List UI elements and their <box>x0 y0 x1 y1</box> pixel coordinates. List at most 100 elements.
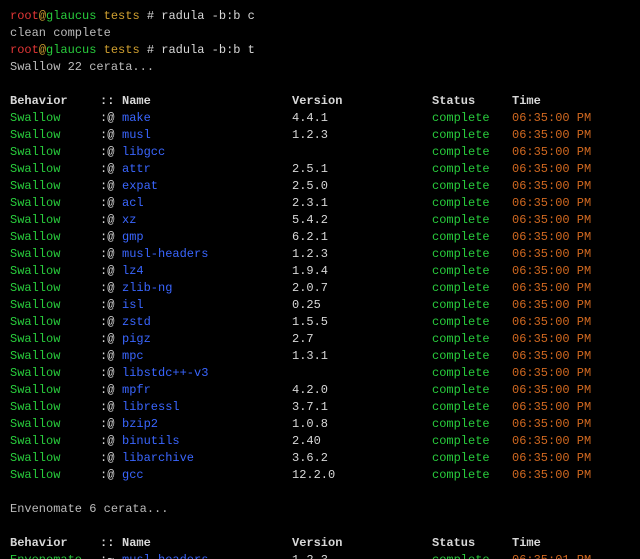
cell-behavior: Swallow <box>10 450 100 467</box>
cell-version: 1.2.3 <box>292 552 432 559</box>
cell-version: 4.2.0 <box>292 382 432 399</box>
cell-name: zlib-ng <box>122 280 292 297</box>
cell-sep: :@ <box>100 110 122 127</box>
cell-name: zstd <box>122 314 292 331</box>
table-row: Swallow:@libgcccomplete06:35:00 PM <box>10 144 630 161</box>
cell-sep: :@ <box>100 450 122 467</box>
cell-sep: :@ <box>100 467 122 484</box>
cell-version: 3.6.2 <box>292 450 432 467</box>
table-row: Swallow:@make4.4.1complete06:35:00 PM <box>10 110 630 127</box>
cell-sep: :@ <box>100 195 122 212</box>
table-row: Swallow:@acl2.3.1complete06:35:00 PM <box>10 195 630 212</box>
cell-version: 1.2.3 <box>292 127 432 144</box>
cell-version: 2.7 <box>292 331 432 348</box>
cell-version: 3.7.1 <box>292 399 432 416</box>
cell-version: 2.5.1 <box>292 161 432 178</box>
cell-behavior: Envenomate <box>10 552 100 559</box>
cell-status: complete <box>432 433 512 450</box>
cell-time: 06:35:00 PM <box>512 246 591 263</box>
cell-name: gmp <box>122 229 292 246</box>
table-row: Swallow:@libstdc++-v3complete06:35:00 PM <box>10 365 630 382</box>
cell-time: 06:35:00 PM <box>512 178 591 195</box>
cell-sep: :@ <box>100 331 122 348</box>
table-row: Swallow:@binutils2.40complete06:35:00 PM <box>10 433 630 450</box>
command-2: radula -b:b t <box>161 43 255 57</box>
cell-behavior: Swallow <box>10 263 100 280</box>
cell-name: gcc <box>122 467 292 484</box>
cell-name: libgcc <box>122 144 292 161</box>
cell-name: xz <box>122 212 292 229</box>
cell-sep: :@ <box>100 416 122 433</box>
table-row: Swallow:@zstd1.5.5complete06:35:00 PM <box>10 314 630 331</box>
cell-version: 1.2.3 <box>292 246 432 263</box>
cell-version: 1.0.8 <box>292 416 432 433</box>
cell-behavior: Swallow <box>10 178 100 195</box>
cell-status: complete <box>432 144 512 161</box>
swallow-summary: Swallow 22 cerata... <box>10 59 630 76</box>
terminal: root@glaucus tests # radula -b:b c clean… <box>0 0 640 559</box>
envenomate-header-row: Behavior::NameVersionStatusTime <box>10 535 630 552</box>
hdr-time: Time <box>512 93 541 110</box>
cell-version: 1.9.4 <box>292 263 432 280</box>
cell-status: complete <box>432 467 512 484</box>
table-row: Swallow:@gmp6.2.1complete06:35:00 PM <box>10 229 630 246</box>
cell-behavior: Swallow <box>10 246 100 263</box>
cell-behavior: Swallow <box>10 365 100 382</box>
cell-status: complete <box>432 229 512 246</box>
cell-status: complete <box>432 297 512 314</box>
swallow-rows: Swallow:@make4.4.1complete06:35:00 PMSwa… <box>10 110 630 484</box>
cell-status: complete <box>432 348 512 365</box>
cell-status: complete <box>432 161 512 178</box>
table-row: Swallow:@mpfr4.2.0complete06:35:00 PM <box>10 382 630 399</box>
table-row: Swallow:@musl-headers1.2.3complete06:35:… <box>10 246 630 263</box>
cell-sep: :@ <box>100 246 122 263</box>
cell-sep: :@ <box>100 161 122 178</box>
cell-sep: :@ <box>100 178 122 195</box>
cell-time: 06:35:00 PM <box>512 365 591 382</box>
cell-name: isl <box>122 297 292 314</box>
prompt-hash: # <box>147 9 154 23</box>
cell-sep: :@ <box>100 314 122 331</box>
hdr-name: Name <box>122 93 292 110</box>
cell-time: 06:35:00 PM <box>512 212 591 229</box>
envenomate-rows: Envenomate:~musl-headers1.2.3complete06:… <box>10 552 630 559</box>
cell-status: complete <box>432 450 512 467</box>
cell-sep: :@ <box>100 127 122 144</box>
cell-name: musl-headers <box>122 246 292 263</box>
table-row: Swallow:@expat2.5.0complete06:35:00 PM <box>10 178 630 195</box>
cell-version: 2.5.0 <box>292 178 432 195</box>
cell-status: complete <box>432 246 512 263</box>
cell-time: 06:35:00 PM <box>512 331 591 348</box>
cell-sep: :@ <box>100 399 122 416</box>
cell-time: 06:35:01 PM <box>512 552 591 559</box>
cell-behavior: Swallow <box>10 297 100 314</box>
cell-behavior: Swallow <box>10 212 100 229</box>
envenomate-summary: Envenomate 6 cerata... <box>10 501 630 518</box>
cell-version: 6.2.1 <box>292 229 432 246</box>
cell-behavior: Swallow <box>10 110 100 127</box>
cell-version: 2.3.1 <box>292 195 432 212</box>
cell-time: 06:35:00 PM <box>512 450 591 467</box>
cell-sep: :@ <box>100 280 122 297</box>
cell-behavior: Swallow <box>10 399 100 416</box>
cell-time: 06:35:00 PM <box>512 467 591 484</box>
table-row: Swallow:@zlib-ng2.0.7complete06:35:00 PM <box>10 280 630 297</box>
cell-behavior: Swallow <box>10 331 100 348</box>
cell-status: complete <box>432 263 512 280</box>
cell-behavior: Swallow <box>10 467 100 484</box>
cell-name: acl <box>122 195 292 212</box>
prompt-user: root <box>10 9 39 23</box>
command-1: radula -b:b c <box>161 9 255 23</box>
cell-sep: :@ <box>100 365 122 382</box>
cell-sep: :@ <box>100 348 122 365</box>
table-row: Swallow:@pigz2.7complete06:35:00 PM <box>10 331 630 348</box>
cell-version: 4.4.1 <box>292 110 432 127</box>
cell-name: pigz <box>122 331 292 348</box>
cell-status: complete <box>432 110 512 127</box>
table-row: Swallow:@musl1.2.3complete06:35:00 PM <box>10 127 630 144</box>
table-row: Swallow:@xz5.4.2complete06:35:00 PM <box>10 212 630 229</box>
hdr-behavior: Behavior <box>10 93 100 110</box>
cell-status: complete <box>432 314 512 331</box>
cell-name: attr <box>122 161 292 178</box>
cell-name: mpc <box>122 348 292 365</box>
